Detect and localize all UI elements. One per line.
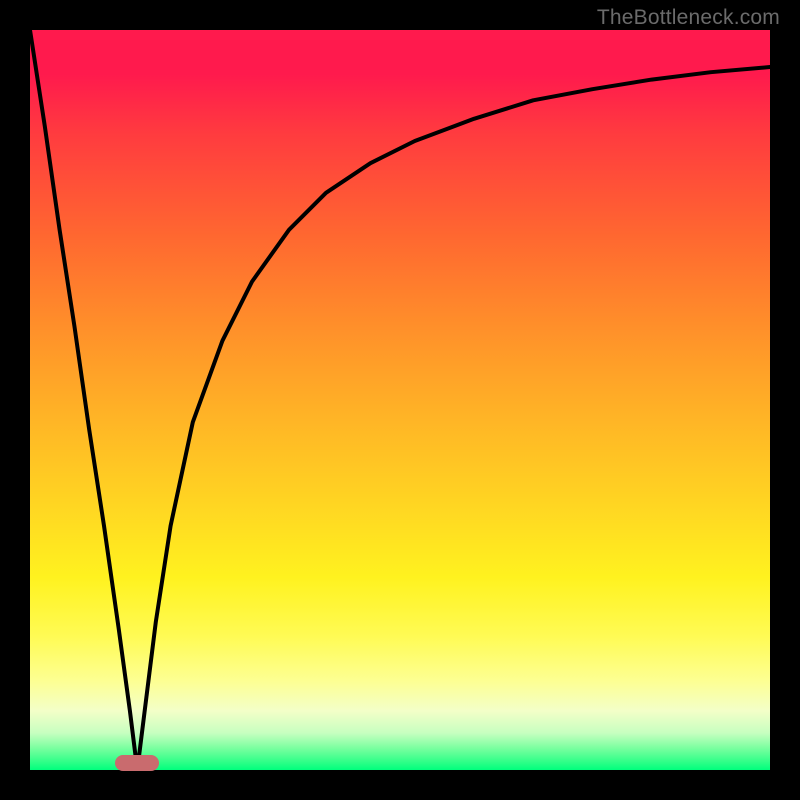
chart-frame: TheBottleneck.com [0,0,800,800]
optimum-marker [115,755,159,771]
bottleneck-curve [30,30,770,770]
plot-area [30,30,770,770]
watermark-text: TheBottleneck.com [597,6,780,30]
